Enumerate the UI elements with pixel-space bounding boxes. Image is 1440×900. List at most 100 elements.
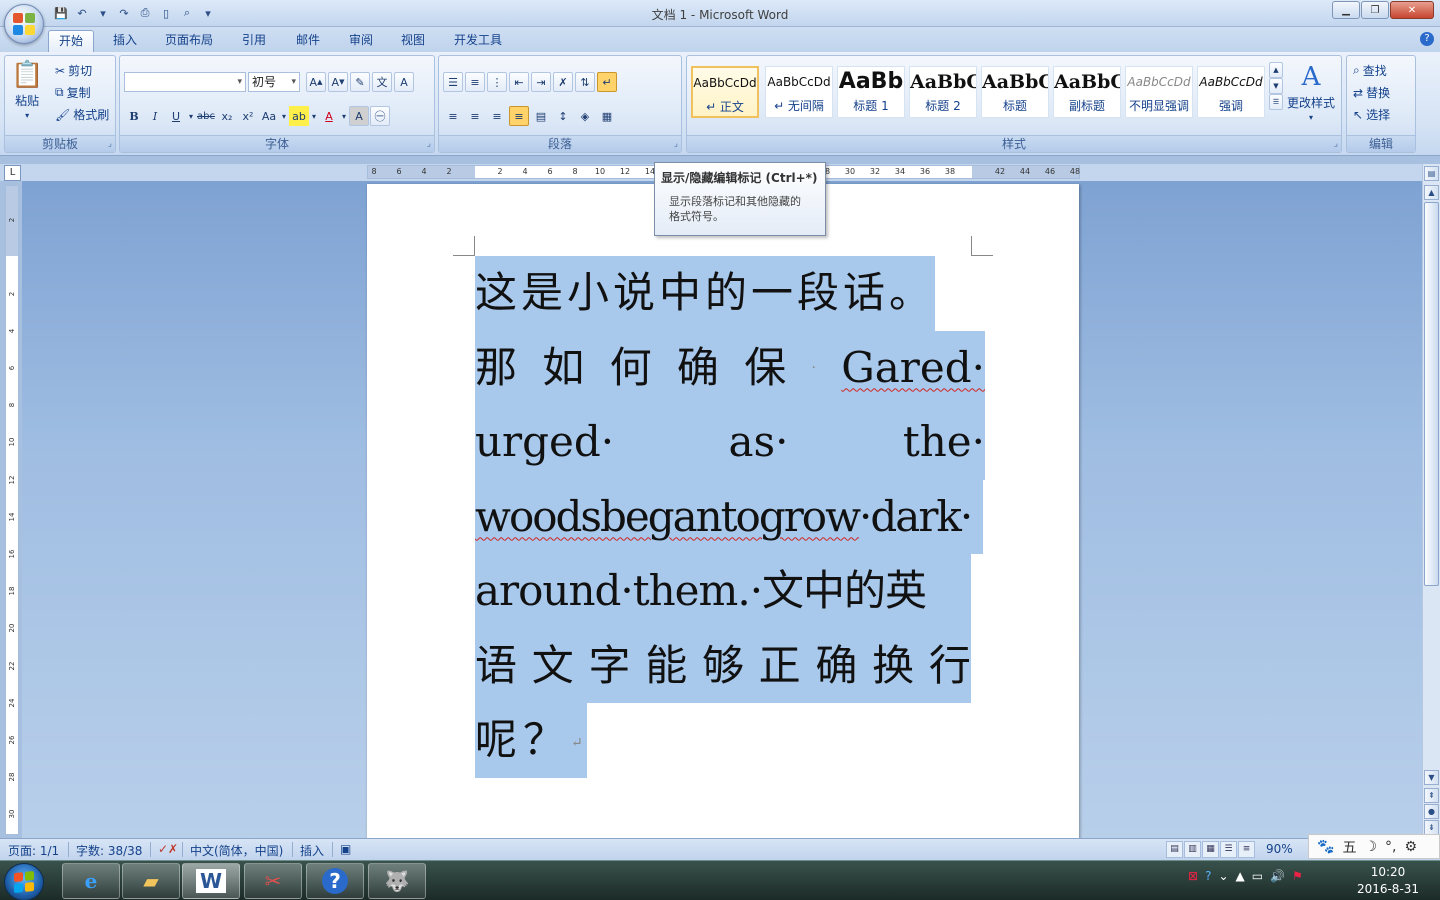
help-support-icon[interactable]: ? xyxy=(306,863,364,899)
web-layout-icon[interactable]: ▦ xyxy=(1202,841,1219,858)
next-page-icon[interactable]: ⇟ xyxy=(1424,820,1439,835)
subscript-icon[interactable]: x₂ xyxy=(217,106,237,126)
increase-indent-icon[interactable]: ⇥ xyxy=(531,72,551,92)
scroll-up-icon[interactable]: ▲ xyxy=(1424,185,1439,200)
gallery-down-icon[interactable]: ▼ xyxy=(1269,78,1283,94)
replace-button[interactable]: ⇄ 替换 xyxy=(1353,84,1390,101)
style-subtle-emphasis[interactable]: AaBbCcDd 不明显强调 xyxy=(1125,66,1193,118)
full-screen-reading-icon[interactable]: ▥ xyxy=(1184,841,1201,858)
change-case-icon[interactable]: Aa xyxy=(259,106,279,126)
word-count[interactable]: 字数: 38/38 xyxy=(76,842,142,859)
justify-icon[interactable]: ≡ xyxy=(509,106,529,126)
help-icon[interactable]: ? xyxy=(1420,32,1434,46)
grow-font-icon[interactable]: A ▲ xyxy=(306,72,326,92)
highlight-dropdown-icon[interactable]: ▾ xyxy=(310,106,318,126)
find-button[interactable]: ⌕ 查找 xyxy=(1353,62,1387,79)
proofing-icon[interactable]: ✓✗ xyxy=(158,842,178,856)
underline-dropdown-icon[interactable]: ▾ xyxy=(187,106,195,126)
keyboard-tray-icon[interactable]: ⌄ xyxy=(1218,869,1228,883)
change-styles-button[interactable]: A 更改样式 ▾ xyxy=(1287,62,1335,122)
show-hide-marks-icon[interactable]: ↵ xyxy=(597,72,617,92)
sort-icon[interactable]: ⇅ xyxy=(575,72,595,92)
snipping-tool-icon[interactable]: ✂ xyxy=(244,863,302,899)
borders-icon[interactable]: ▦ xyxy=(597,106,617,126)
decrease-indent-icon[interactable]: ⇤ xyxy=(509,72,529,92)
close-button[interactable]: ✕ xyxy=(1390,1,1434,19)
ruler-toggle-icon[interactable]: ▤ xyxy=(1424,166,1439,181)
page-count[interactable]: 页面: 1/1 xyxy=(8,842,59,859)
tab-home[interactable]: 开始 xyxy=(48,30,95,52)
underline-icon[interactable]: U xyxy=(166,106,186,126)
numbering-icon[interactable]: ≡ xyxy=(465,72,485,92)
highlight-icon[interactable]: ab xyxy=(289,106,309,126)
tab-references[interactable]: 引用 xyxy=(232,30,276,52)
print-layout-view-icon[interactable]: ▤ xyxy=(1166,841,1183,858)
scrollbar-thumb[interactable] xyxy=(1424,202,1439,586)
char-shading-icon[interactable]: A xyxy=(349,106,369,126)
font-color-dropdown-icon[interactable]: ▾ xyxy=(340,106,348,126)
language-indicator[interactable]: 中文(简体，中国) xyxy=(190,842,283,859)
dialog-launcher-icon[interactable]: ⌟ xyxy=(674,139,678,149)
outline-view-icon[interactable]: ☰ xyxy=(1220,841,1237,858)
font-name-combo[interactable] xyxy=(124,72,246,92)
file-explorer-icon[interactable]: ▰ xyxy=(122,863,180,899)
chinese-layout-icon[interactable]: ✗ xyxy=(553,72,573,92)
gallery-up-icon[interactable]: ▲ xyxy=(1269,62,1283,78)
office-button[interactable] xyxy=(4,4,44,44)
gear-icon[interactable]: ⚙ xyxy=(1404,839,1417,855)
style-no-spacing[interactable]: AaBbCcDd ↵ 无间隔 xyxy=(765,66,833,118)
photo-app-tray-icon[interactable]: ⊠ xyxy=(1188,869,1198,883)
dialog-launcher-icon[interactable]: ⌟ xyxy=(1334,139,1338,149)
moon-icon[interactable]: ☽ xyxy=(1364,839,1377,855)
vertical-ruler[interactable]: 2 2 4 6 8 10 12 14 16 18 20 22 24 26 28 30 xyxy=(5,185,19,835)
system-clock[interactable]: 10:20 2016-8-31 xyxy=(1350,864,1426,898)
format-painter-button[interactable]: 🖌 格式刷 xyxy=(55,106,109,123)
shading-icon[interactable]: ◈ xyxy=(575,106,595,126)
style-emphasis[interactable]: AaBbCcDd 强调 xyxy=(1197,66,1265,118)
dialog-launcher-icon[interactable]: ⌟ xyxy=(108,139,112,149)
zoom-level[interactable]: 90% xyxy=(1266,842,1293,856)
minimize-button[interactable]: ▁ xyxy=(1332,1,1360,19)
network-tray-icon[interactable]: ▭ xyxy=(1252,869,1263,883)
align-left-icon[interactable]: ≡ xyxy=(443,106,463,126)
font-color-icon[interactable]: A xyxy=(319,106,339,126)
style-subtitle[interactable]: AaBbC 副标题 xyxy=(1053,66,1121,118)
shrink-font-icon[interactable]: A ▼ xyxy=(328,72,348,92)
gallery-more-icon[interactable]: ☰ xyxy=(1269,94,1283,110)
start-button[interactable] xyxy=(4,863,44,900)
draft-view-icon[interactable]: ≡ xyxy=(1238,841,1255,858)
tab-review[interactable]: 审阅 xyxy=(339,30,383,52)
phonetic-guide-icon[interactable]: 文 xyxy=(372,72,392,92)
tab-insert[interactable]: 插入 xyxy=(103,30,147,52)
style-title[interactable]: AaBbC 标题 xyxy=(981,66,1049,118)
line-spacing-icon[interactable]: ↕ xyxy=(553,106,573,126)
clear-format-icon[interactable]: ✎ xyxy=(350,72,370,92)
change-case-dropdown-icon[interactable]: ▾ xyxy=(280,106,288,126)
vertical-scrollbar[interactable]: ▤ ▲ ▼ ⇞ ● ⇟ xyxy=(1422,164,1440,838)
ime-mode[interactable]: 五 xyxy=(1342,837,1356,857)
italic-icon[interactable]: I xyxy=(145,106,165,126)
restore-button[interactable]: ❐ xyxy=(1361,1,1389,19)
dialog-launcher-icon[interactable]: ⌟ xyxy=(427,139,431,149)
action-center-icon[interactable]: ⚑ xyxy=(1292,869,1303,883)
cut-button[interactable]: ✂ 剪切 xyxy=(55,62,92,79)
browse-object-icon[interactable]: ● xyxy=(1424,804,1439,819)
enclose-char-icon[interactable]: ㊀ xyxy=(370,106,390,126)
char-border-icon[interactable]: A xyxy=(394,72,414,92)
word-taskbar-icon[interactable]: W xyxy=(182,863,240,899)
style-normal[interactable]: AaBbCcDd ↵ 正文 xyxy=(691,66,759,118)
tab-view[interactable]: 视图 xyxy=(391,30,435,52)
scroll-down-icon[interactable]: ▼ xyxy=(1424,770,1439,785)
macro-record-icon[interactable]: ▣ xyxy=(340,842,351,856)
font-size-combo[interactable]: 初号 xyxy=(248,72,300,92)
align-right-icon[interactable]: ≡ xyxy=(487,106,507,126)
document-page[interactable]: 这是小说中的一段话。 那 如 何 确 保 · Gared· urged· as·… xyxy=(367,184,1079,838)
tab-developer[interactable]: 开发工具 xyxy=(444,30,512,52)
tab-selector-icon[interactable]: L xyxy=(4,165,21,181)
superscript-icon[interactable]: x² xyxy=(238,106,258,126)
previous-page-icon[interactable]: ⇞ xyxy=(1424,788,1439,803)
show-hidden-icons[interactable]: ▲ xyxy=(1236,869,1245,883)
document-body[interactable]: 这是小说中的一段话。 那 如 何 确 保 · Gared· urged· as·… xyxy=(475,256,985,778)
multilevel-list-icon[interactable]: ⋮ xyxy=(487,72,507,92)
punctuation-icon[interactable]: °, xyxy=(1385,839,1396,855)
